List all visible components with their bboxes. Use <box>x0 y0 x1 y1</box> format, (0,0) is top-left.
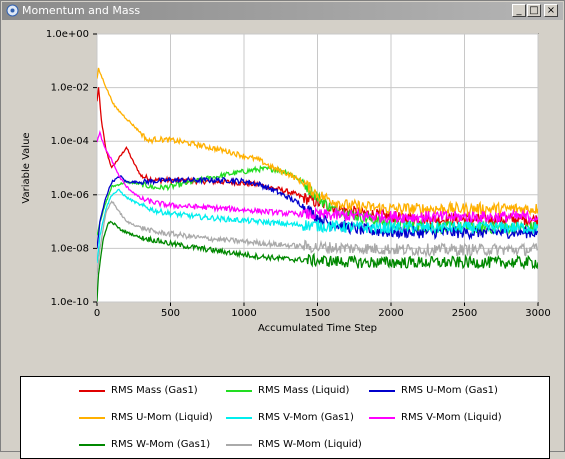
chart-legend: RMS Mass (Gas1) RMS Mass (Liquid) RMS U-Mo… <box>20 376 550 459</box>
app-gear-icon <box>6 4 19 17</box>
legend-swatch <box>79 417 105 419</box>
legend-label: RMS U-Mom (Gas1) <box>401 385 498 396</box>
legend-label: RMS V-Mom (Gas1) <box>258 412 354 423</box>
y-tick-label: 1.0e-08 <box>51 243 89 254</box>
y-tick-label: 1.0e-04 <box>51 136 89 147</box>
legend-label: RMS Mass (Gas1) <box>111 385 198 396</box>
x-tick-label: 500 <box>161 308 180 319</box>
legend-swatch <box>369 417 395 419</box>
legend-swatch <box>226 444 252 446</box>
y-tick-label: 1.0e-10 <box>51 297 89 308</box>
legend-label: RMS V-Mom (Liquid) <box>401 412 502 423</box>
title-bar[interactable]: Momentum and Mass _ □ × <box>2 2 563 20</box>
window: Momentum and Mass _ □ × 0 500 1000 1500 2000… <box>0 0 565 459</box>
legend-swatch <box>369 390 395 392</box>
legend-swatch <box>79 444 105 446</box>
legend-label: RMS Mass (Liquid) <box>258 385 350 396</box>
y-tick-label: 1.0e-06 <box>51 190 89 201</box>
legend-swatch <box>226 390 252 392</box>
minimize-button[interactable]: _ <box>512 4 526 17</box>
chart: 0 500 1000 1500 2000 2500 3000 1.0e-10 1.0e-08 1.… <box>21 29 551 334</box>
x-tick-label: 0 <box>94 308 100 319</box>
window-title: Momentum and Mass <box>22 4 141 17</box>
chart-panel: 0 500 1000 1500 2000 2500 3000 1.0e-10 1.0e-08 1.… <box>3 21 562 459</box>
x-tick-label: 1000 <box>231 308 256 319</box>
legend-label: RMS W-Mom (Gas1) <box>111 439 211 450</box>
x-tick-label: 2500 <box>452 308 477 319</box>
legend-swatch <box>79 390 105 392</box>
maximize-button[interactable]: □ <box>527 4 541 17</box>
legend-label: RMS U-Mom (Liquid) <box>111 412 213 423</box>
y-tick-label: 1.0e+00 <box>46 29 89 40</box>
x-tick-label: 1500 <box>305 308 330 319</box>
y-axis-label: Variable Value <box>21 132 32 203</box>
y-tick-label: 1.0e-02 <box>51 83 89 94</box>
legend-label: RMS W-Mom (Liquid) <box>258 439 362 450</box>
legend-swatch <box>226 417 252 419</box>
x-axis-label: Accumulated Time Step <box>258 323 377 334</box>
close-button[interactable]: × <box>544 4 558 17</box>
x-tick-label: 3000 <box>525 308 550 319</box>
x-tick-label: 2000 <box>378 308 403 319</box>
